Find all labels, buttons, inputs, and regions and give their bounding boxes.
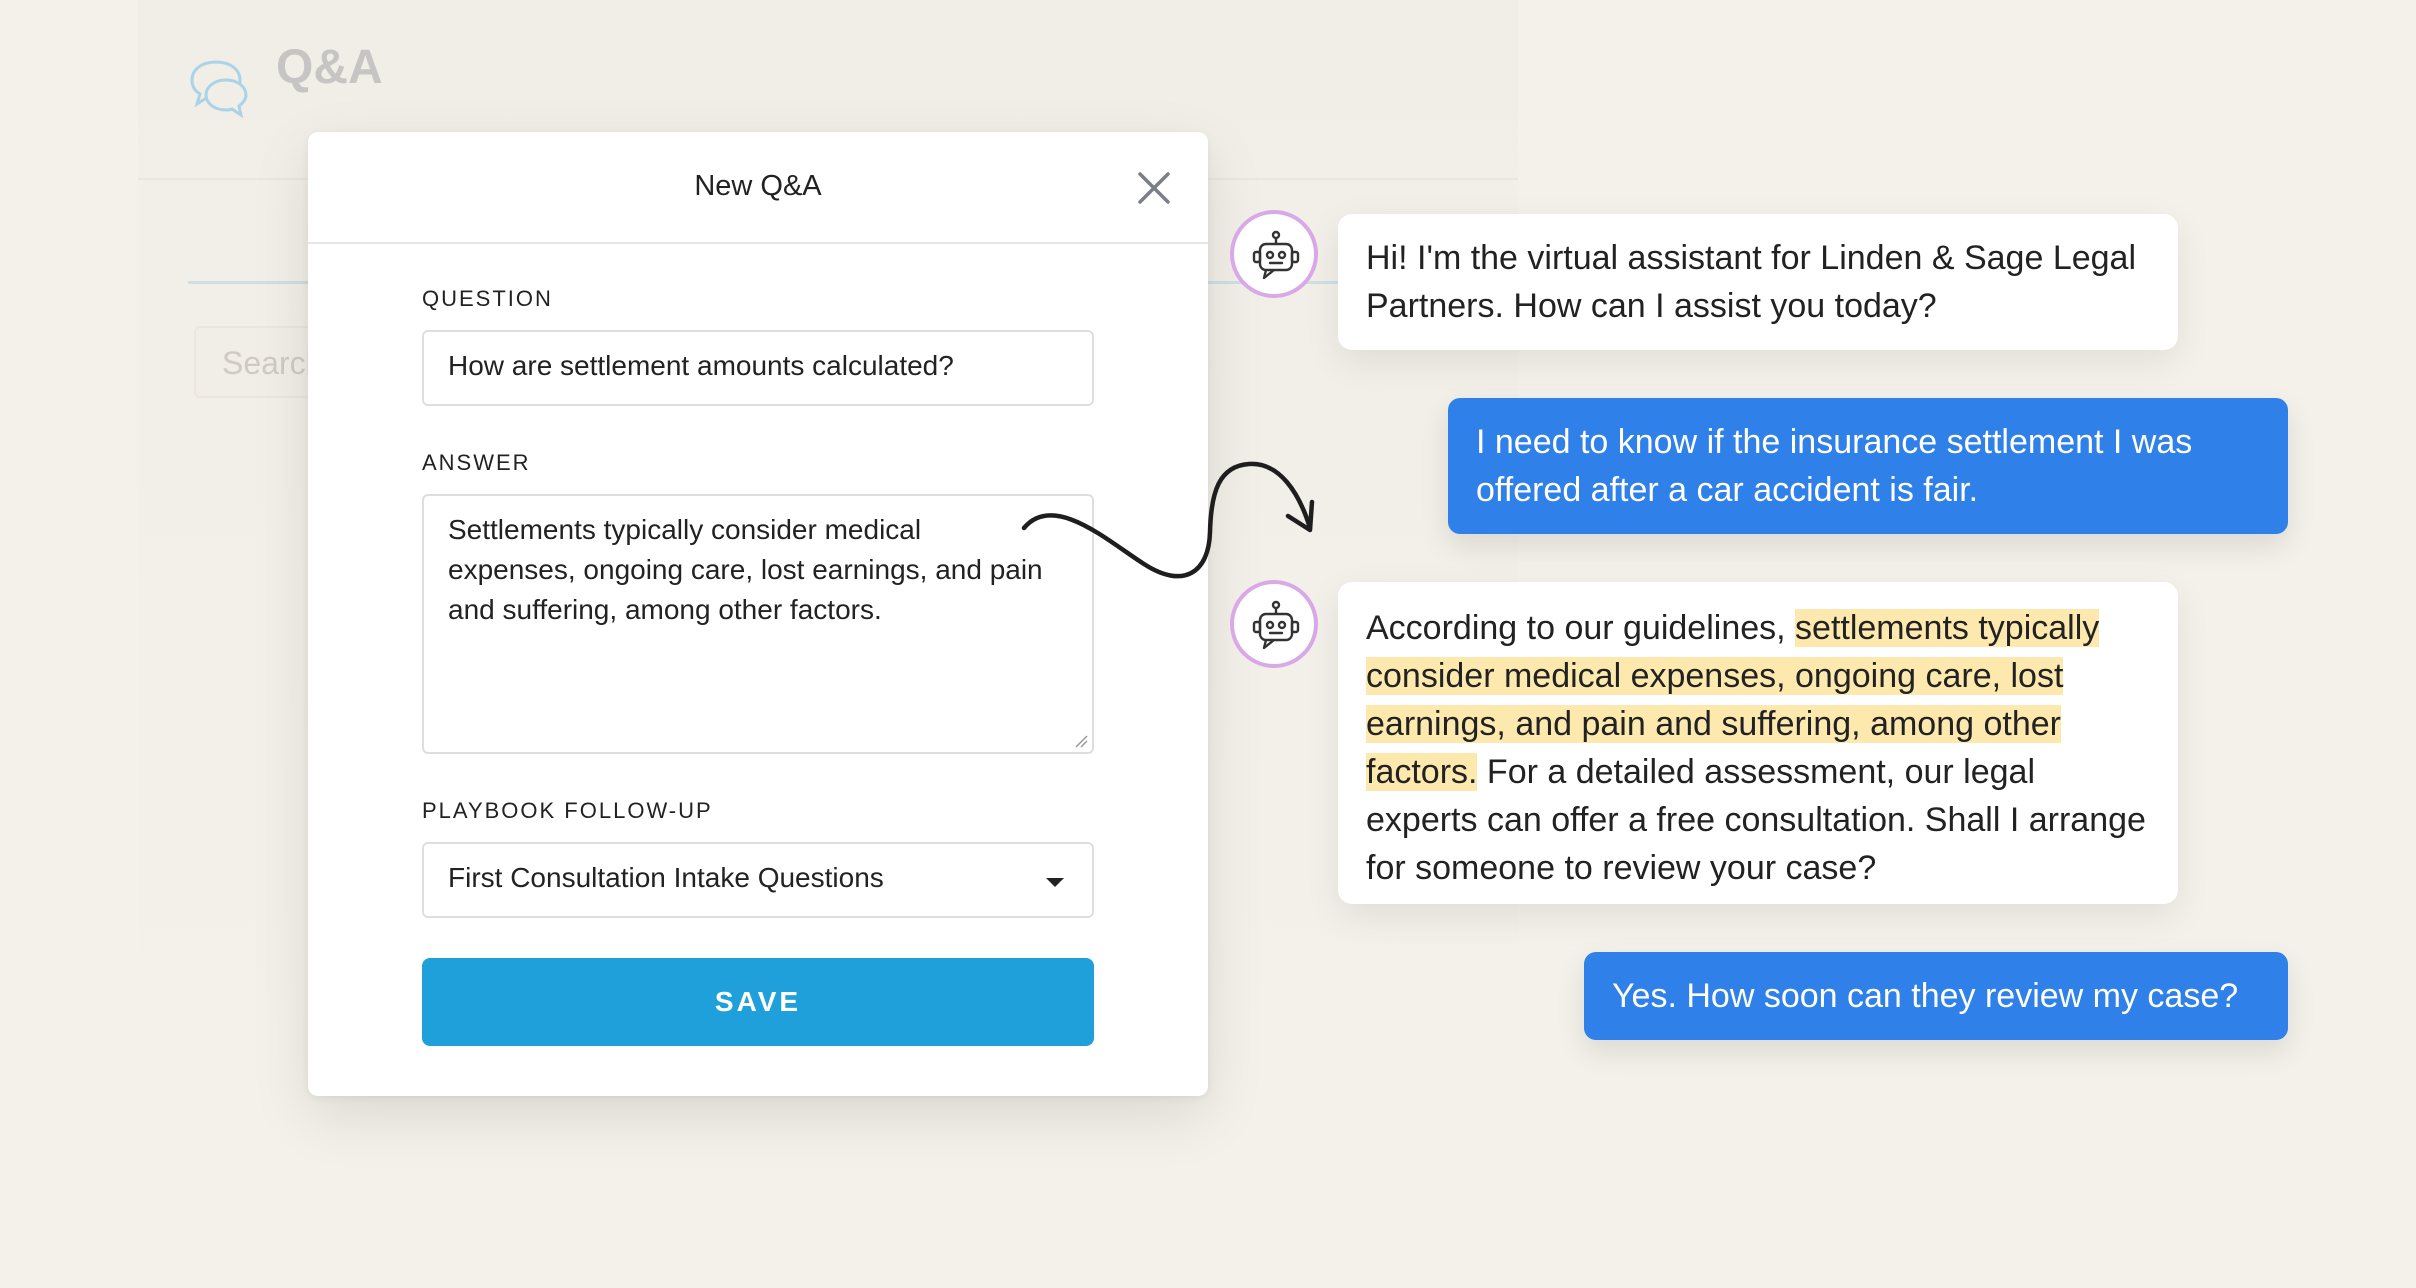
robot-icon — [1252, 600, 1300, 650]
close-icon[interactable] — [1134, 168, 1174, 208]
bot-message-2-post: For a detailed assessment, our legal exp… — [1366, 753, 2146, 887]
question-input-value: How are settlement amounts calculated? — [448, 350, 954, 381]
bot-avatar — [1230, 210, 1318, 298]
playbook-followup-value: First Consultation Intake Questions — [448, 862, 884, 893]
bot-message-1-text: Hi! I'm the virtual assistant for Linden… — [1366, 239, 2137, 325]
robot-icon — [1252, 230, 1300, 280]
new-qa-modal: New Q&A QUESTION How are settlement amou… — [308, 132, 1208, 1096]
bot-message-2-pre: According to our guidelines, — [1366, 609, 1796, 647]
playbook-followup-label: PLAYBOOK FOLLOW-UP — [422, 798, 713, 823]
user-message-2-text: Yes. How soon can they review my case? — [1612, 977, 2239, 1015]
user-message-1-text: I need to know if the insurance settleme… — [1476, 423, 2193, 509]
answer-label: ANSWER — [422, 450, 531, 475]
chat-bubbles-icon — [190, 60, 248, 119]
bot-message-1: Hi! I'm the virtual assistant for Linden… — [1338, 214, 2178, 350]
question-input[interactable]: How are settlement amounts calculated? — [422, 330, 1094, 406]
playbook-followup-select[interactable]: First Consultation Intake Questions — [422, 842, 1094, 918]
question-label: QUESTION — [422, 286, 553, 311]
user-message-1: I need to know if the insurance settleme… — [1448, 398, 2288, 534]
answer-textarea[interactable]: Settlements typically consider medical e… — [422, 494, 1094, 754]
save-button[interactable]: SAVE — [422, 958, 1094, 1046]
answer-textarea-value: Settlements typically consider medical e… — [448, 514, 1043, 625]
chevron-down-icon — [1046, 878, 1064, 887]
bot-avatar — [1230, 580, 1318, 668]
resize-handle-icon[interactable] — [1072, 732, 1088, 748]
bot-message-2: According to our guidelines, settlements… — [1338, 582, 2178, 904]
modal-header: New Q&A — [308, 132, 1208, 244]
modal-title: New Q&A — [694, 170, 822, 202]
background-page-title: Q&A — [276, 41, 383, 94]
user-message-2: Yes. How soon can they review my case? — [1584, 952, 2288, 1040]
